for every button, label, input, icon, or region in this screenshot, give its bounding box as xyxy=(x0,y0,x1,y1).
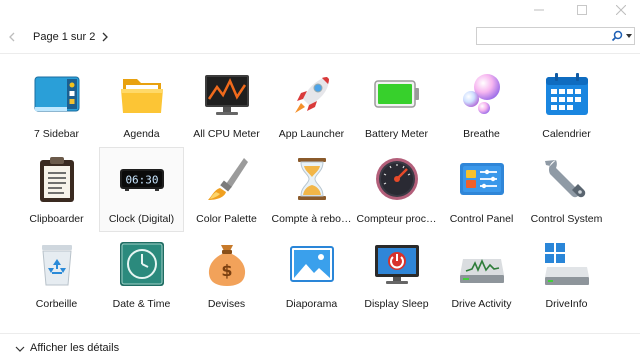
rocket-icon xyxy=(287,69,337,119)
toolbar: Page 1 sur 2 xyxy=(0,22,640,52)
gadget-control-panel[interactable]: Control Panel xyxy=(439,147,524,232)
gadget-control-system[interactable]: Control System xyxy=(524,147,609,232)
close-icon[interactable] xyxy=(604,0,638,20)
cpu-meter-icon xyxy=(202,69,252,119)
gadget-compteur-processeur[interactable]: Compteur proc… xyxy=(354,147,439,232)
gadget-agenda[interactable]: Agenda xyxy=(99,62,184,147)
gadget-calendrier[interactable]: Calendrier xyxy=(524,62,609,147)
footer-divider xyxy=(0,333,640,334)
clipboard-icon xyxy=(32,154,82,204)
gadget-row: Corbeille Date & Time $ Devises Diaporam… xyxy=(14,232,626,317)
minimize-icon[interactable] xyxy=(522,0,556,20)
chevron-left-icon[interactable] xyxy=(4,29,20,45)
monitor-power-icon xyxy=(372,239,422,289)
speedometer-icon xyxy=(372,154,422,204)
paintbrush-icon xyxy=(202,154,252,204)
gadget-label: Clock (Digital) xyxy=(108,213,175,225)
picture-icon xyxy=(287,239,337,289)
gadget-label: Corbeille xyxy=(35,298,78,310)
gadget-label: Battery Meter xyxy=(364,128,429,140)
chevron-right-icon[interactable] xyxy=(97,29,113,45)
gadget-diaporama[interactable]: Diaporama xyxy=(269,232,354,317)
svg-text:$: $ xyxy=(221,261,232,280)
gadget-battery-meter[interactable]: Battery Meter xyxy=(354,62,439,147)
show-details-toggle[interactable]: Afficher les détails xyxy=(0,339,640,359)
search-input[interactable] xyxy=(480,29,608,43)
search-box[interactable] xyxy=(476,27,635,45)
gadget-label: Control Panel xyxy=(449,213,514,225)
dropdown-arrow-icon[interactable] xyxy=(625,31,633,41)
gadget-row: Clipboarder 06:30 Clock (Digital) Color … xyxy=(14,147,626,232)
sidebar-icon xyxy=(32,69,82,119)
gadget-app-launcher[interactable]: App Launcher xyxy=(269,62,354,147)
gadget-label: Compteur proc… xyxy=(356,213,437,225)
gadget-label: Calendrier xyxy=(542,128,591,140)
gadget-clipboarder[interactable]: Clipboarder xyxy=(14,147,99,232)
gadget-label: App Launcher xyxy=(278,128,345,140)
gadget-label: Display Sleep xyxy=(364,298,429,310)
gadget-grid: 7 Sidebar Agenda All CPU Meter App Launc… xyxy=(14,62,626,317)
recycle-bin-icon xyxy=(32,239,82,289)
gadget-color-palette[interactable]: Color Palette xyxy=(184,147,269,232)
gadget-row: 7 Sidebar Agenda All CPU Meter App Launc… xyxy=(14,62,626,147)
gadget-label: Diaporama xyxy=(285,298,338,310)
wrench-icon xyxy=(542,154,592,204)
gadget-compte-a-rebours[interactable]: Compte à rebo… xyxy=(269,147,354,232)
control-panel-icon xyxy=(457,154,507,204)
hourglass-icon xyxy=(287,154,337,204)
title-bar xyxy=(0,0,640,20)
clock-readout: 06:30 xyxy=(125,174,158,187)
gadget-label: Date & Time xyxy=(112,298,171,310)
gadget-clock-digital[interactable]: 06:30 Clock (Digital) xyxy=(99,147,184,232)
bubbles-icon xyxy=(457,69,507,119)
gadget-label: Devises xyxy=(207,298,246,310)
gadget-corbeille[interactable]: Corbeille xyxy=(14,232,99,317)
drive-activity-icon xyxy=(457,239,507,289)
gadget-label: Breathe xyxy=(463,128,500,140)
gadget-label: All CPU Meter xyxy=(193,128,260,140)
gadget-label: 7 Sidebar xyxy=(34,128,79,140)
clock-icon xyxy=(117,239,167,289)
search-icon[interactable] xyxy=(611,30,623,42)
gadget-label: Clipboarder xyxy=(29,213,84,225)
gadget-label: Agenda xyxy=(123,128,160,140)
gadget-drive-activity[interactable]: Drive Activity xyxy=(439,232,524,317)
gadget-label: Color Palette xyxy=(196,213,257,225)
digital-clock-icon: 06:30 xyxy=(117,154,167,204)
drive-info-icon xyxy=(542,239,592,289)
details-label: Afficher les détails xyxy=(30,342,120,354)
gadget-driveinfo[interactable]: DriveInfo xyxy=(524,232,609,317)
toolbar-divider xyxy=(0,53,640,54)
gadget-label: Drive Activity xyxy=(451,298,512,310)
calendar-icon xyxy=(542,69,592,119)
page-indicator: Page 1 sur 2 xyxy=(33,31,96,43)
gadget-label: Compte à rebo… xyxy=(271,213,352,225)
gadget-label: DriveInfo xyxy=(545,298,588,310)
gadget-date-time[interactable]: Date & Time xyxy=(99,232,184,317)
money-bag-icon: $ xyxy=(202,239,252,289)
battery-icon xyxy=(372,69,422,119)
gadget-breathe[interactable]: Breathe xyxy=(439,62,524,147)
gadget-7-sidebar[interactable]: 7 Sidebar xyxy=(14,62,99,147)
gadget-label: Control System xyxy=(530,213,603,225)
gadget-display-sleep[interactable]: Display Sleep xyxy=(354,232,439,317)
gadget-devises[interactable]: $ Devises xyxy=(184,232,269,317)
folder-icon xyxy=(117,69,167,119)
chevron-down-icon xyxy=(15,344,25,354)
gadget-all-cpu-meter[interactable]: All CPU Meter xyxy=(184,62,269,147)
maximize-icon[interactable] xyxy=(565,0,599,20)
